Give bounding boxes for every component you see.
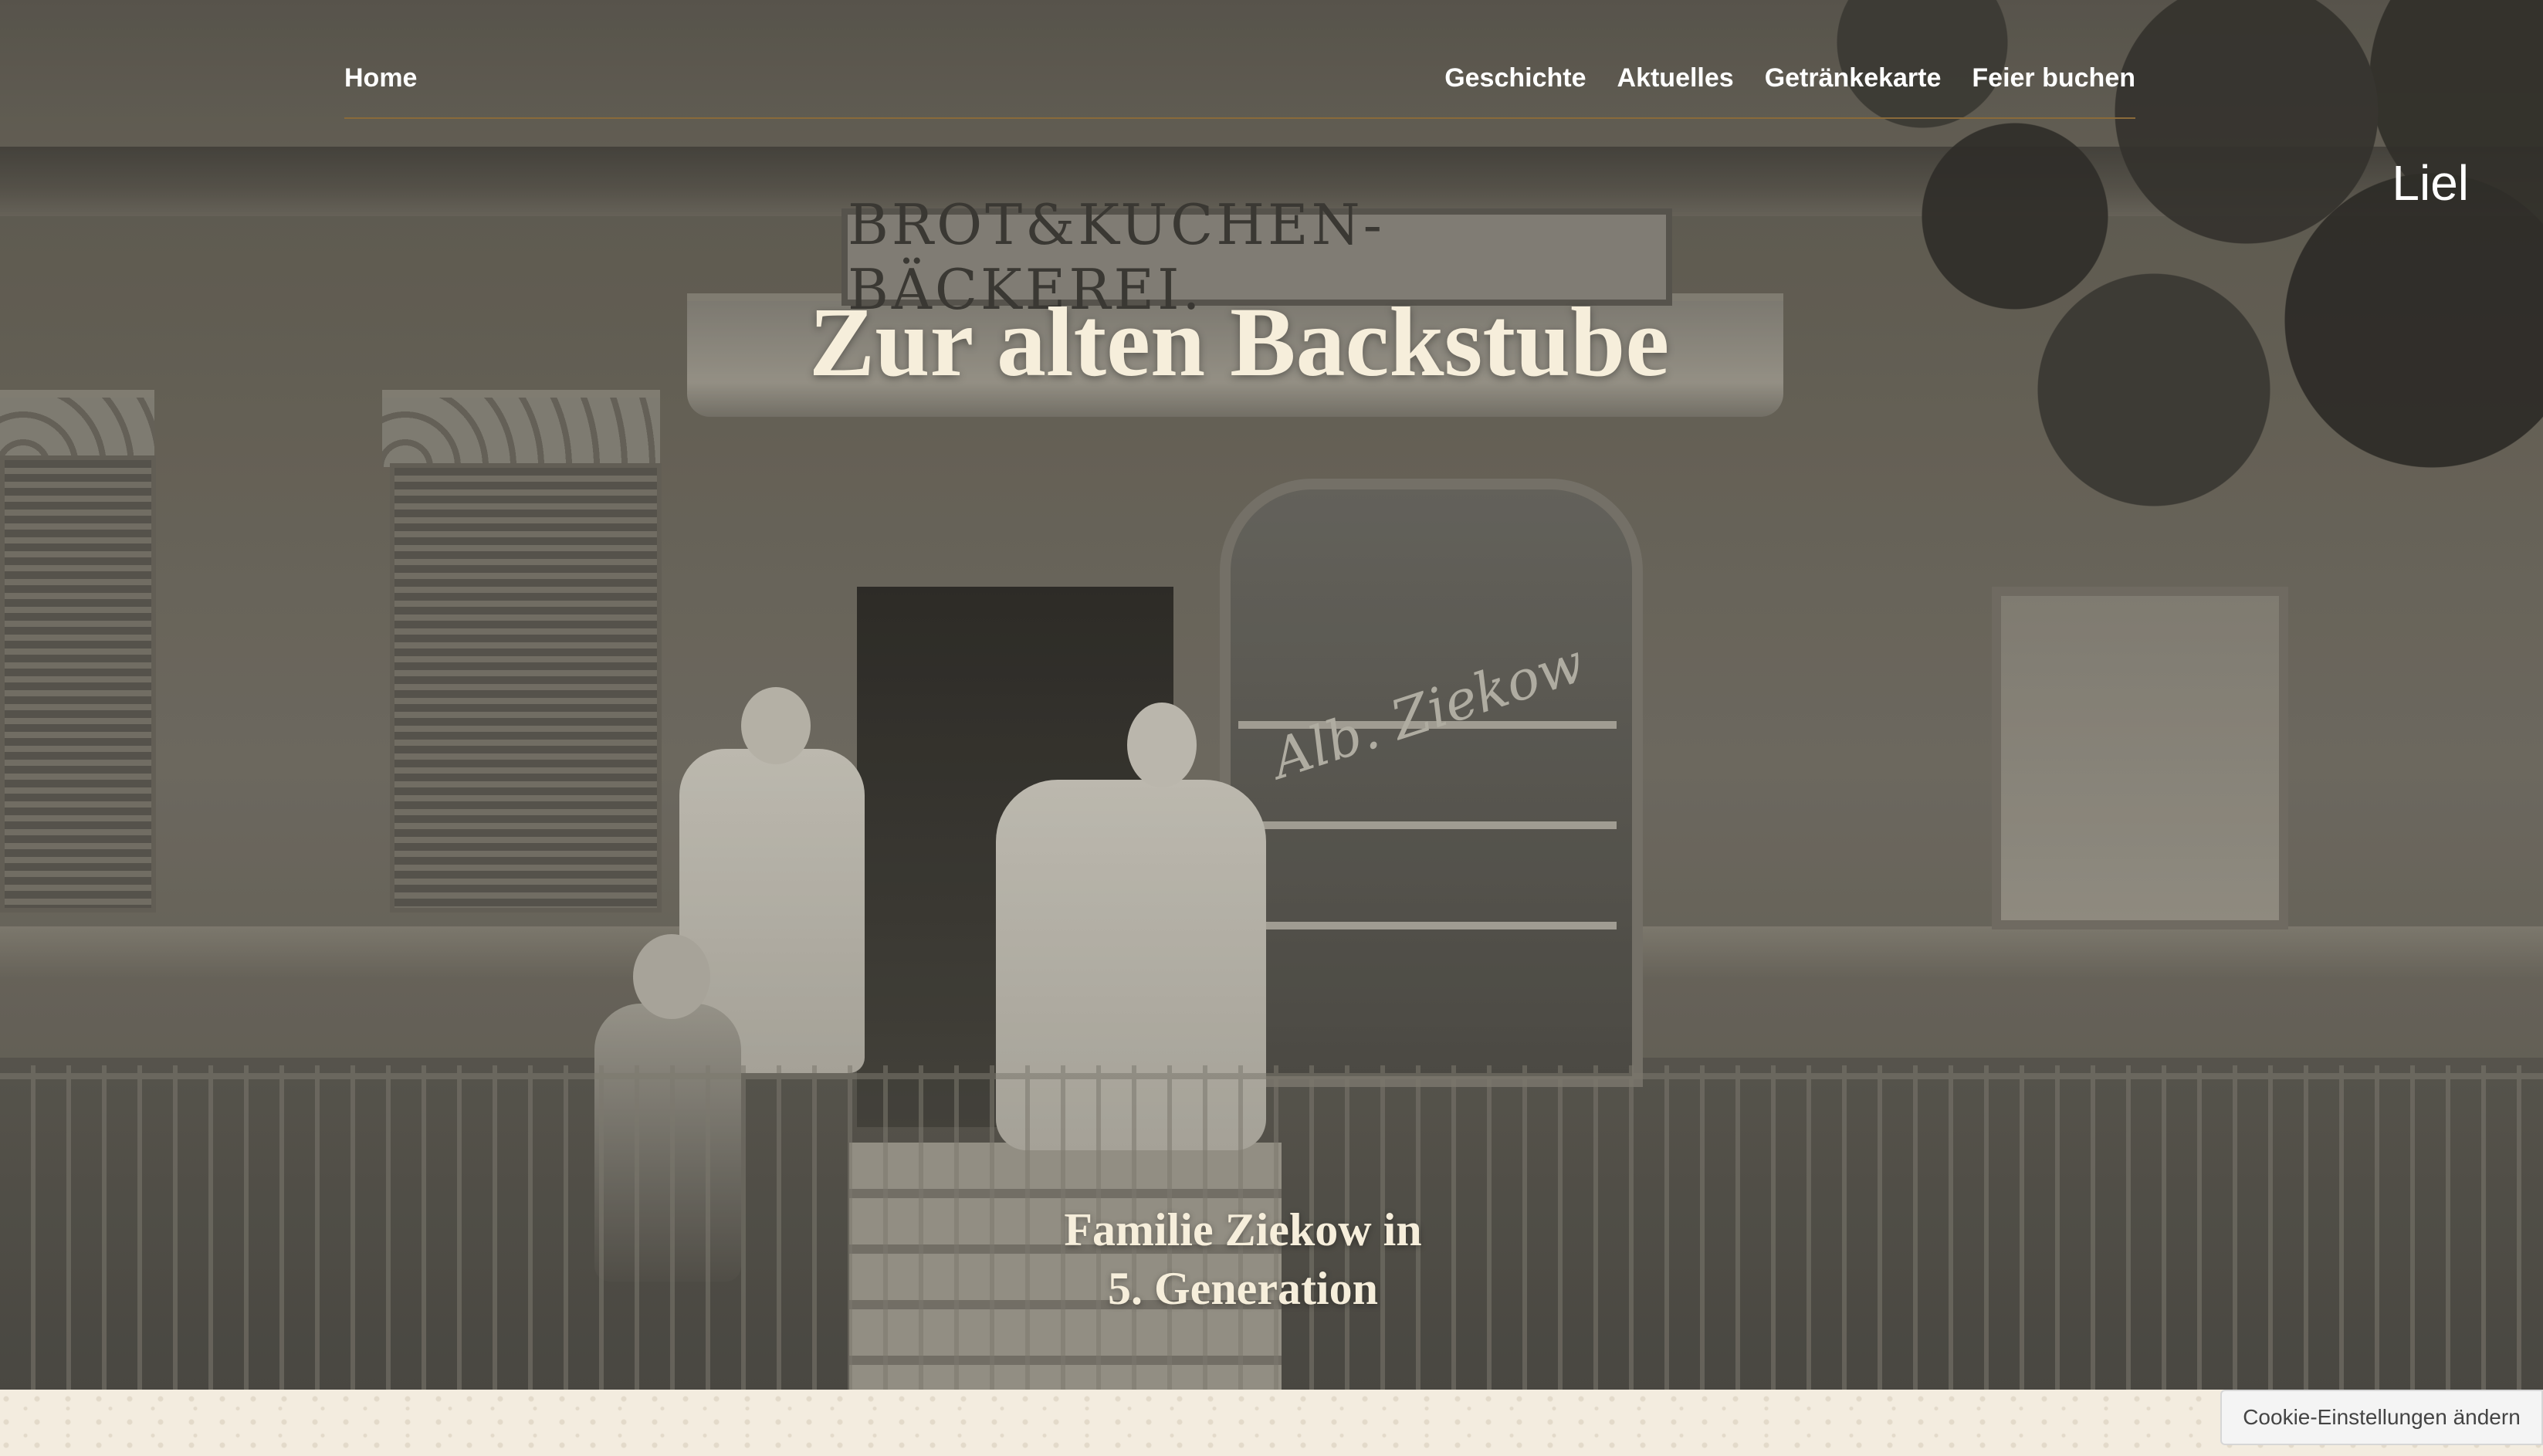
hero-photo: BROT&KUCHEN-BÄCKEREI. Alb. Ziekow xyxy=(0,0,2543,1390)
corner-text: Liel xyxy=(2392,155,2469,211)
hero-subtitle: Familie Ziekow in 5. Generation xyxy=(934,1200,1552,1318)
nav-link-home[interactable]: Home xyxy=(344,63,417,93)
nav-link-getraenkekarte[interactable]: Getränkekarte xyxy=(1765,63,1942,93)
subtitle-line-1: Familie Ziekow in xyxy=(1064,1204,1422,1255)
hero-overlay xyxy=(0,0,2543,1390)
subtitle-line-2: 5. Generation xyxy=(1108,1263,1378,1314)
nav-link-geschichte[interactable]: Geschichte xyxy=(1444,63,1586,93)
cookie-settings-button[interactable]: Cookie-Einstellungen ändern xyxy=(2220,1390,2543,1445)
main-navigation: Home Geschichte Aktuelles Getränkekarte … xyxy=(344,54,2135,119)
paper-background-strip xyxy=(0,1390,2543,1456)
nav-link-feier-buchen[interactable]: Feier buchen xyxy=(1972,63,2135,93)
page: BROT&KUCHEN-BÄCKEREI. Alb. Ziekow Home G… xyxy=(0,0,2543,1456)
nav-link-aktuelles[interactable]: Aktuelles xyxy=(1617,63,1734,93)
nav-links: Geschichte Aktuelles Getränkekarte Feier… xyxy=(1444,63,2135,93)
page-title: Zur alten Backstube xyxy=(808,287,1670,397)
